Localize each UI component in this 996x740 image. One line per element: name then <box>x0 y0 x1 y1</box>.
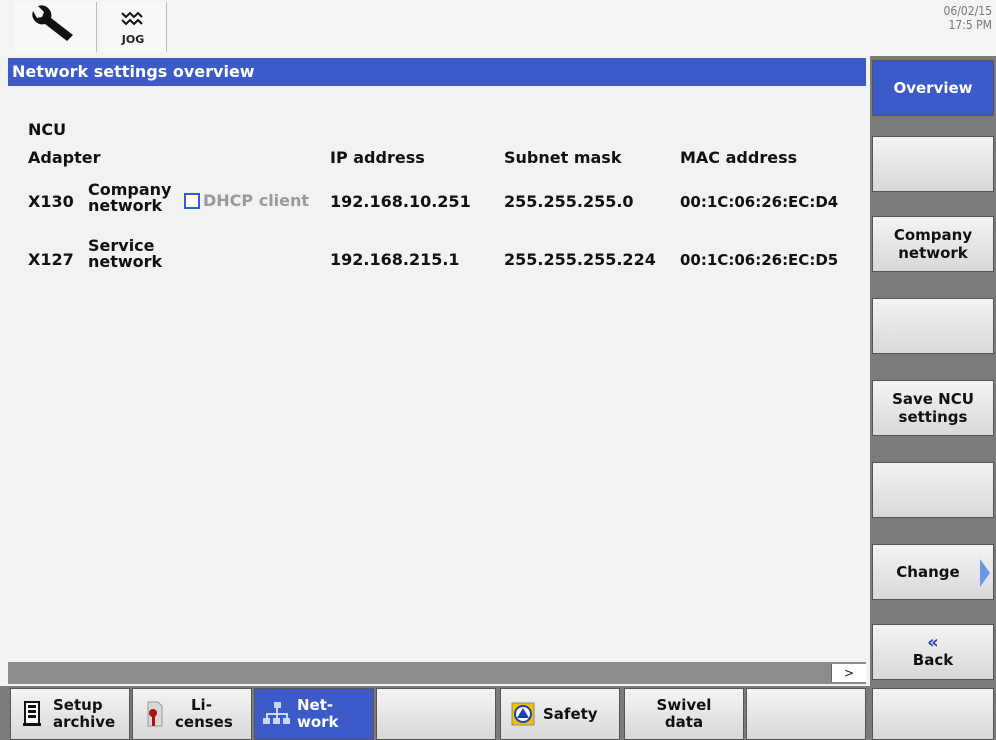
horizontal-scrollbar[interactable]: > <box>8 662 866 684</box>
wrench-icon <box>27 5 83 49</box>
horizontal-softkey-bar: Setup archive Li- censes Net- work Safet… <box>0 686 870 740</box>
machine-area-button[interactable] <box>14 2 97 52</box>
empty-softkey-6[interactable] <box>872 462 994 518</box>
row-adapter-name: Service network <box>88 238 162 270</box>
row-ip-address: 192.168.10.251 <box>330 192 471 211</box>
row-mac-address: 00:1C:06:26:EC:D4 <box>680 193 839 211</box>
row-adapter-name-line2: network <box>88 196 163 215</box>
save-ncu-settings-softkey[interactable]: Save NCU settings <box>872 380 994 436</box>
back-label: Back <box>912 651 954 669</box>
network-label: Net- work <box>297 697 339 731</box>
panel-title: Network settings overview <box>8 58 866 86</box>
change-label: Change <box>896 563 960 581</box>
empty-bottom-softkey-7[interactable] <box>746 688 866 740</box>
company-network-label-2: network <box>898 244 968 262</box>
jog-mode-button[interactable]: JOG <box>100 2 167 52</box>
row-adapter-name-line2: network <box>88 252 163 271</box>
change-arrow-icon <box>980 559 990 587</box>
vertical-softkey-bar: Overview Company network Save NCU settin… <box>870 56 996 740</box>
company-network-label-1: Company <box>893 226 973 244</box>
network-icon <box>263 700 291 728</box>
save-ncu-label-2: settings <box>898 408 968 426</box>
header-subnet-mask: Subnet mask <box>504 148 622 167</box>
company-network-softkey[interactable]: Company network <box>872 216 994 272</box>
dhcp-client-label: DHCP client <box>203 191 310 210</box>
header-adapter: Adapter <box>28 148 101 167</box>
licenses-label: Li- censes <box>175 697 233 731</box>
network-settings-panel: Network settings overview NCU Adapter IP… <box>8 58 866 672</box>
network-softkey[interactable]: Net- work <box>254 688 374 740</box>
header-mac-address: MAC address <box>680 148 798 167</box>
swivel-label-1: Swivel <box>656 696 712 714</box>
empty-softkey-2[interactable] <box>872 136 994 192</box>
back-softkey[interactable]: « Back <box>872 624 994 680</box>
dhcp-client-checkbox[interactable]: DHCP client <box>184 191 309 210</box>
row-port: X127 <box>28 250 74 269</box>
panel-content: NCU Adapter IP address Subnet mask MAC a… <box>8 86 866 672</box>
license-key-icon <box>141 700 169 728</box>
safety-icon <box>509 700 537 728</box>
network-label-2: work <box>297 713 339 731</box>
swivel-data-label: Swivel data <box>625 697 743 731</box>
scroll-right-arrow: > <box>843 666 855 680</box>
jog-icon <box>119 9 147 35</box>
safety-softkey[interactable]: Safety <box>500 688 620 740</box>
row-subnet-mask: 255.255.255.224 <box>504 250 656 269</box>
empty-bottom-softkey-4[interactable] <box>376 688 496 740</box>
checkbox-box[interactable] <box>184 192 200 209</box>
status-bar: JOG 06/02/15 17:5 PM <box>0 0 996 56</box>
setup-archive-label-2: archive <box>53 713 116 731</box>
empty-corner-softkey[interactable] <box>872 688 994 740</box>
overview-label: Overview <box>893 79 973 97</box>
jog-label: JOG <box>121 32 145 46</box>
time-text: 17:5 PM <box>948 18 993 32</box>
ncu-label: NCU <box>28 120 67 139</box>
date-text: 06/02/15 <box>943 4 992 18</box>
row-ip-address: 192.168.215.1 <box>330 250 460 269</box>
back-icon: « <box>927 632 939 653</box>
change-softkey[interactable]: Change <box>872 544 994 600</box>
row-mac-address: 00:1C:06:26:EC:D5 <box>680 251 839 269</box>
setup-archive-label: Setup archive <box>53 697 115 731</box>
licenses-softkey[interactable]: Li- censes <box>132 688 252 740</box>
header-ip-address: IP address <box>330 148 425 167</box>
row-subnet-mask: 255.255.255.0 <box>504 192 634 211</box>
overview-softkey[interactable]: Overview <box>872 60 994 116</box>
empty-softkey-4[interactable] <box>872 298 994 354</box>
licenses-label-1: Li- <box>191 696 212 714</box>
row-port: X130 <box>28 192 74 211</box>
setup-archive-softkey[interactable]: Setup archive <box>10 688 130 740</box>
save-ncu-label-1: Save NCU <box>892 390 974 408</box>
row-adapter-name: Company network <box>88 182 171 214</box>
setup-archive-icon <box>19 700 47 728</box>
safety-label: Safety <box>543 704 598 723</box>
date-time: 06/02/15 17:5 PM <box>944 4 992 32</box>
swivel-label-2: data <box>664 713 704 731</box>
setup-archive-label-1: Setup <box>53 696 103 714</box>
network-label-1: Net- <box>297 696 334 714</box>
licenses-label-2: censes <box>175 713 233 731</box>
scroll-right-button[interactable]: > <box>831 664 866 682</box>
swivel-data-softkey[interactable]: Swivel data <box>624 688 744 740</box>
